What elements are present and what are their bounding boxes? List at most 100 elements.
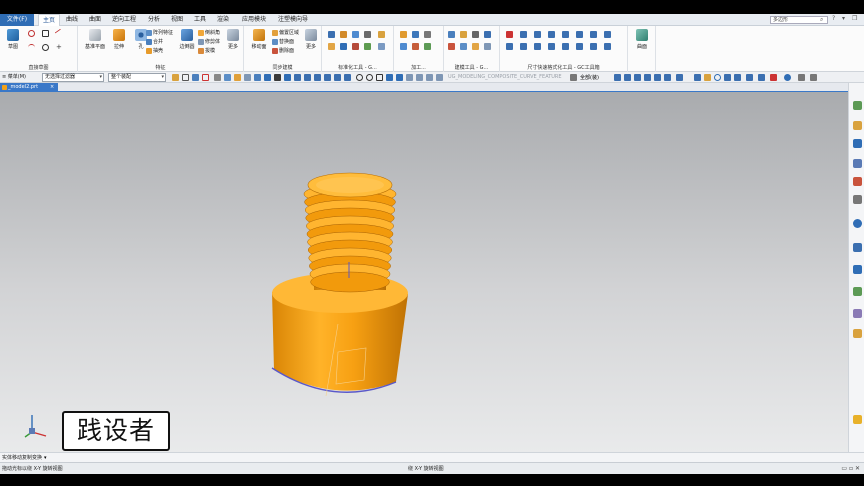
system-materials-icon[interactable] bbox=[853, 243, 862, 252]
gc-tool-icon[interactable] bbox=[472, 31, 479, 38]
dimension-tool-icon[interactable] bbox=[534, 43, 541, 50]
help-icon[interactable]: ? bbox=[832, 15, 835, 22]
display-tool-icon[interactable] bbox=[798, 74, 805, 81]
view-icon[interactable] bbox=[284, 74, 291, 81]
dimension-tool-icon[interactable] bbox=[520, 31, 527, 38]
status-window-controls[interactable]: ▭ ▫ ✕ bbox=[841, 465, 860, 473]
chamfer-button[interactable]: 倒斜角 bbox=[198, 29, 220, 37]
assembly-tool-icon[interactable] bbox=[654, 74, 661, 81]
type-filter-select[interactable]: 无选择过滤器 ▾ bbox=[42, 73, 104, 82]
roles-icon[interactable] bbox=[853, 309, 862, 318]
assembly-tool-icon[interactable] bbox=[614, 74, 621, 81]
tab-reverse-engineering[interactable]: 逆向工程 bbox=[108, 14, 140, 26]
assembly-navigator-icon[interactable] bbox=[853, 121, 862, 130]
snap-point-icon[interactable] bbox=[366, 74, 373, 81]
tab-mold-wizard[interactable]: 注塑模向导 bbox=[274, 14, 312, 26]
snap-point-icon[interactable] bbox=[406, 74, 413, 81]
box-select-icon[interactable] bbox=[202, 74, 209, 81]
snap-point-icon[interactable] bbox=[436, 74, 443, 81]
gc-tool-icon[interactable] bbox=[352, 31, 359, 38]
gc-tool-icon[interactable] bbox=[424, 43, 431, 50]
screw-model[interactable] bbox=[0, 92, 848, 452]
tab-view[interactable]: 视图 bbox=[167, 14, 187, 26]
filter-icon[interactable] bbox=[214, 74, 221, 81]
graphics-viewport[interactable] bbox=[0, 92, 848, 452]
process-studio-icon[interactable] bbox=[853, 265, 862, 274]
gc-tool-icon[interactable] bbox=[328, 31, 335, 38]
file-menu-tab[interactable]: 文件(F) bbox=[0, 14, 34, 26]
select-tool-icon[interactable] bbox=[234, 74, 241, 81]
delete-face-button[interactable]: 删除面 bbox=[272, 47, 294, 55]
curve-icon[interactable] bbox=[304, 74, 311, 81]
shell-button[interactable]: 抽壳 bbox=[146, 47, 163, 55]
profile-icon[interactable] bbox=[28, 30, 35, 37]
gc-tool-icon[interactable] bbox=[364, 43, 371, 50]
dimension-tool-icon[interactable] bbox=[604, 31, 611, 38]
curve-icon[interactable] bbox=[344, 74, 351, 81]
extrude-button[interactable]: 拉伸 bbox=[108, 29, 130, 57]
view-icon[interactable] bbox=[264, 74, 271, 81]
display-tool-icon[interactable] bbox=[810, 74, 817, 81]
window-restore-icon[interactable]: ❐ bbox=[852, 15, 857, 22]
display-tool-icon[interactable] bbox=[704, 74, 711, 81]
snap-icon[interactable] bbox=[172, 74, 179, 81]
tab-analysis[interactable]: 分析 bbox=[144, 14, 164, 26]
snap-point-icon[interactable] bbox=[426, 74, 433, 81]
replace-face-button[interactable]: 替换面 bbox=[272, 38, 294, 46]
unite-button[interactable]: 合并 bbox=[146, 38, 163, 46]
dimension-tool-icon[interactable] bbox=[506, 31, 513, 38]
arc-icon[interactable] bbox=[28, 44, 35, 51]
gc-tool-icon[interactable] bbox=[364, 31, 371, 38]
dimension-tool-icon[interactable] bbox=[576, 31, 583, 38]
trim-body-button[interactable]: 修剪体 bbox=[198, 38, 220, 46]
select-tool-icon[interactable] bbox=[224, 74, 231, 81]
screw-thread[interactable] bbox=[303, 172, 397, 293]
tab-surface[interactable]: 曲面 bbox=[85, 14, 105, 26]
system-scene-icon[interactable] bbox=[853, 329, 862, 338]
select-tool-icon[interactable] bbox=[244, 74, 251, 81]
surface-button[interactable]: 曲面 bbox=[631, 29, 653, 57]
assembly-tool-icon[interactable] bbox=[676, 74, 683, 81]
ribbon-options-icon[interactable]: ▾ bbox=[842, 15, 845, 22]
gc-tool-icon[interactable] bbox=[460, 43, 467, 50]
refresh-icon[interactable] bbox=[714, 74, 721, 81]
dimension-tool-icon[interactable] bbox=[562, 43, 569, 50]
point-icon[interactable]: + bbox=[56, 44, 63, 51]
gc-tool-icon[interactable] bbox=[340, 31, 347, 38]
curve-icon[interactable] bbox=[314, 74, 321, 81]
gc-tool-icon[interactable] bbox=[412, 43, 419, 50]
constraint-navigator-icon[interactable] bbox=[853, 139, 862, 148]
gc-tool-icon[interactable] bbox=[460, 31, 467, 38]
snap-point-icon[interactable] bbox=[356, 74, 363, 81]
circle-icon[interactable] bbox=[42, 44, 49, 51]
line-icon[interactable] bbox=[54, 28, 65, 39]
curve-icon[interactable] bbox=[324, 74, 331, 81]
gear-tool-icon[interactable] bbox=[400, 31, 407, 38]
dimension-tool-icon[interactable] bbox=[590, 31, 597, 38]
gc-tool-icon[interactable] bbox=[448, 31, 455, 38]
command-label[interactable]: 实体移动复制变换 bbox=[2, 454, 42, 462]
spring-icon[interactable] bbox=[378, 43, 385, 50]
assembly-scope-label[interactable]: 全部(装) bbox=[580, 74, 599, 81]
snap-point-icon[interactable] bbox=[376, 74, 383, 81]
display-tool-icon[interactable] bbox=[770, 74, 777, 81]
snap-point-icon[interactable] bbox=[396, 74, 403, 81]
manufacturing-wizard-icon[interactable] bbox=[853, 287, 862, 296]
gc-tool-icon[interactable] bbox=[448, 43, 455, 50]
assembly-tool-icon[interactable] bbox=[624, 74, 631, 81]
feature-select-icon[interactable] bbox=[192, 74, 199, 81]
reuse-library-icon[interactable] bbox=[853, 159, 862, 168]
display-tool-icon[interactable] bbox=[758, 74, 765, 81]
dimension-tool-icon[interactable] bbox=[548, 31, 555, 38]
gc-tool-icon[interactable] bbox=[472, 43, 479, 50]
view-icon[interactable] bbox=[274, 74, 281, 81]
hd3d-tools-icon[interactable] bbox=[853, 177, 862, 186]
main-menu-button[interactable]: ≡ 菜单(M) bbox=[2, 73, 26, 82]
datum-plane-button[interactable]: 基准平面 bbox=[82, 29, 108, 57]
gc-tool-icon[interactable] bbox=[340, 43, 347, 50]
assembly-tool-icon[interactable] bbox=[664, 74, 671, 81]
assembly-tool-icon[interactable] bbox=[634, 74, 641, 81]
dimension-tool-icon[interactable] bbox=[506, 43, 513, 50]
sketch-button[interactable]: 草图 bbox=[2, 29, 24, 57]
display-tool-icon[interactable] bbox=[746, 74, 753, 81]
